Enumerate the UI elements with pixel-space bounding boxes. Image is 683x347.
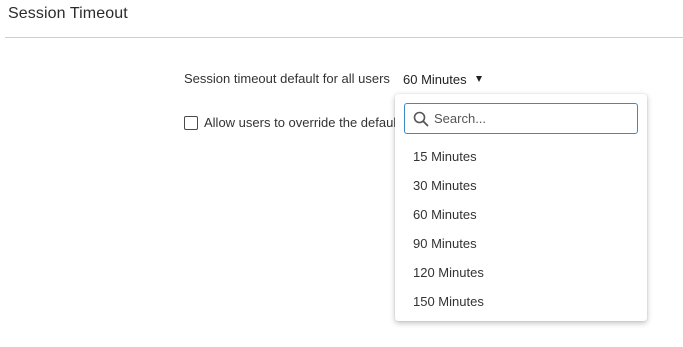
override-label: Allow users to override the default — [204, 115, 400, 130]
option-90-minutes[interactable]: 90 Minutes — [395, 229, 647, 258]
timeout-selected-value: 60 Minutes — [403, 72, 467, 87]
option-120-minutes[interactable]: 120 Minutes — [395, 258, 647, 287]
timeout-default-label: Session timeout default for all users — [184, 71, 390, 86]
section-divider — [5, 37, 683, 38]
timeout-dropdown-panel: 15 Minutes 30 Minutes 60 Minutes 90 Minu… — [395, 94, 647, 321]
timeout-select[interactable]: 60 Minutes — [403, 72, 482, 87]
search-box[interactable] — [404, 103, 638, 134]
caret-down-icon — [475, 75, 482, 82]
section-title: Session Timeout — [8, 5, 128, 22]
search-icon — [413, 111, 429, 126]
override-row: Allow users to override the default — [184, 115, 400, 130]
option-60-minutes[interactable]: 60 Minutes — [395, 200, 647, 229]
override-checkbox[interactable] — [184, 115, 198, 130]
option-15-minutes[interactable]: 15 Minutes — [395, 142, 647, 171]
search-input[interactable] — [434, 107, 634, 130]
options-list: 15 Minutes 30 Minutes 60 Minutes 90 Minu… — [395, 142, 647, 316]
session-timeout-page: Session Timeout Session timeout default … — [0, 0, 683, 347]
option-150-minutes[interactable]: 150 Minutes — [395, 287, 647, 316]
option-30-minutes[interactable]: 30 Minutes — [395, 171, 647, 200]
